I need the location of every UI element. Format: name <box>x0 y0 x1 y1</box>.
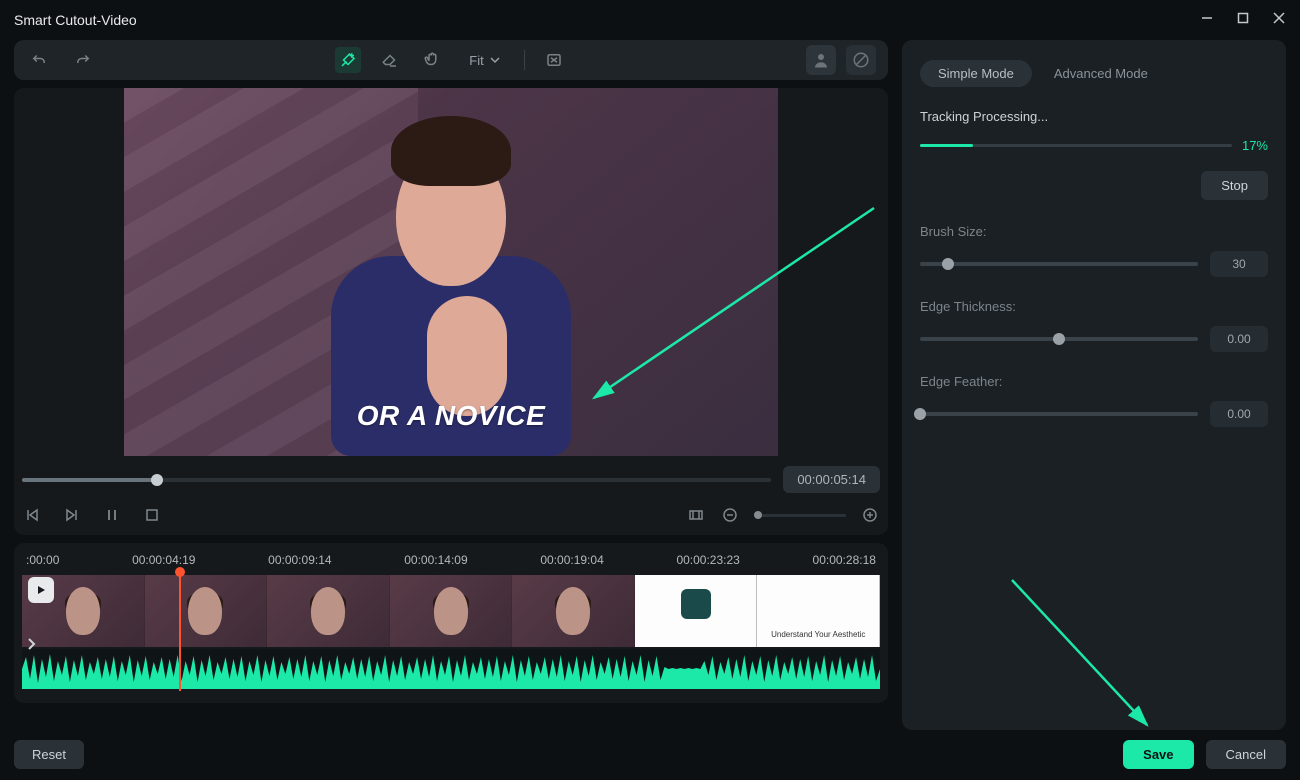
video-caption: OR A NOVICE <box>357 400 546 432</box>
zoom-fit-select[interactable]: Fit <box>461 51 507 70</box>
stop-button[interactable]: Stop <box>1201 171 1268 200</box>
mask-person-icon[interactable] <box>806 45 836 75</box>
edge-thickness-slider[interactable] <box>920 337 1198 341</box>
time-tick: 00:00:09:14 <box>268 553 331 567</box>
compare-icon[interactable] <box>541 47 567 73</box>
time-tick: 00:00:14:09 <box>404 553 467 567</box>
chevron-down-icon <box>490 55 500 65</box>
progress-percent: 17% <box>1242 138 1268 153</box>
zoom-slider[interactable] <box>754 514 846 517</box>
aspect-icon[interactable] <box>686 505 706 525</box>
brush-size-label: Brush Size: <box>920 224 1268 239</box>
prev-frame-icon[interactable] <box>22 505 42 525</box>
time-tick: 00:00:28:18 <box>813 553 876 567</box>
fit-label: Fit <box>469 53 483 68</box>
time-tick: 00:00:04:19 <box>132 553 195 567</box>
thumbnail <box>512 575 635 647</box>
separator <box>524 50 525 70</box>
preview-area: OR A NOVICE 00:00:05:14 <box>14 88 888 535</box>
footer-bar: Reset Save Cancel <box>0 730 1300 779</box>
time-tick: :00:00 <box>26 553 59 567</box>
thumbnail <box>635 575 758 647</box>
thumbnail <box>390 575 513 647</box>
playhead[interactable] <box>179 573 181 691</box>
time-ruler: :00:00 00:00:04:19 00:00:09:14 00:00:14:… <box>22 553 880 573</box>
scrubber-row: 00:00:05:14 <box>14 456 888 499</box>
save-button[interactable]: Save <box>1123 740 1193 769</box>
title-bar: Smart Cutout-Video <box>0 0 1300 40</box>
tab-advanced-mode[interactable]: Advanced Mode <box>1050 60 1152 87</box>
edge-thickness-value[interactable]: 0.00 <box>1210 326 1268 352</box>
cancel-button[interactable]: Cancel <box>1206 740 1286 769</box>
thumbnail: Understand Your Aesthetic <box>757 575 880 647</box>
audio-waveform <box>22 649 880 689</box>
minimize-icon[interactable] <box>1200 11 1214 30</box>
invert-mask-icon[interactable] <box>846 45 876 75</box>
thumbnail <box>267 575 390 647</box>
thumbnail <box>145 575 268 647</box>
brush-size-slider[interactable] <box>920 262 1198 266</box>
edge-thickness-label: Edge Thickness: <box>920 299 1268 314</box>
current-time-display: 00:00:05:14 <box>783 466 880 493</box>
undo-icon[interactable] <box>26 47 52 73</box>
edge-feather-value[interactable]: 0.00 <box>1210 401 1268 427</box>
close-icon[interactable] <box>1272 11 1286 30</box>
video-frame: OR A NOVICE <box>124 88 778 456</box>
add-brush-icon[interactable] <box>335 47 361 73</box>
zoom-in-icon[interactable] <box>860 505 880 525</box>
window-controls <box>1200 11 1286 30</box>
tab-simple-mode[interactable]: Simple Mode <box>920 60 1032 87</box>
stop-icon[interactable] <box>142 505 162 525</box>
timeline-scrubber[interactable] <box>22 478 771 482</box>
thumbnail-strip: Understand Your Aesthetic <box>22 575 880 647</box>
time-tick: 00:00:23:23 <box>676 553 739 567</box>
erase-brush-icon[interactable] <box>377 47 403 73</box>
pause-icon[interactable] <box>102 505 122 525</box>
pan-hand-icon[interactable] <box>419 47 445 73</box>
redo-icon[interactable] <box>70 47 96 73</box>
brush-size-value[interactable]: 30 <box>1210 251 1268 277</box>
window-title: Smart Cutout-Video <box>14 12 137 28</box>
reset-button[interactable]: Reset <box>14 740 84 769</box>
progress-bar <box>920 144 1232 147</box>
maximize-icon[interactable] <box>1236 11 1250 30</box>
playback-controls <box>14 499 888 535</box>
timeline-track[interactable]: Understand Your Aesthetic <box>22 573 880 691</box>
controls-panel: Simple Mode Advanced Mode Tracking Proce… <box>902 40 1286 730</box>
edge-feather-label: Edge Feather: <box>920 374 1268 389</box>
time-tick: 00:00:19:04 <box>540 553 603 567</box>
processing-status: Tracking Processing... <box>920 109 1268 124</box>
video-preview[interactable]: OR A NOVICE <box>14 88 888 456</box>
track-scroll-left-icon[interactable] <box>26 635 38 658</box>
next-frame-icon[interactable] <box>62 505 82 525</box>
zoom-out-icon[interactable] <box>720 505 740 525</box>
track-play-icon[interactable] <box>28 577 54 603</box>
editor-toolbar: Fit <box>14 40 888 80</box>
timeline-panel: :00:00 00:00:04:19 00:00:09:14 00:00:14:… <box>14 543 888 703</box>
annotation-arrow-icon <box>1002 570 1182 740</box>
edge-feather-slider[interactable] <box>920 412 1198 416</box>
